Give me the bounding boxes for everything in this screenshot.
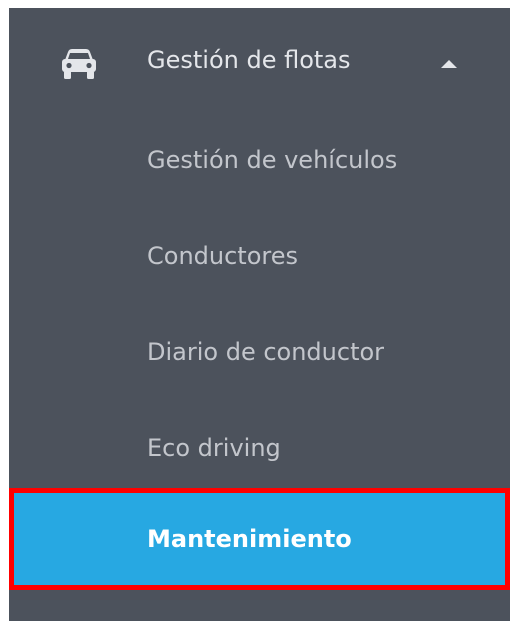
fleet-management-menu[interactable]: Gestión de flotas	[9, 8, 510, 112]
fleet-management-label: Gestión de flotas	[147, 46, 351, 74]
menu-item-driver-log[interactable]: Diario de conductor	[9, 304, 510, 400]
menu-item-maintenance[interactable]: Mantenimiento	[9, 488, 510, 590]
sidebar-menu: Gestión de flotas Gestión de vehículos C…	[9, 8, 510, 621]
menu-item-label: Gestión de vehículos	[147, 146, 398, 174]
menu-item-label: Diario de conductor	[147, 338, 385, 366]
menu-item-drivers[interactable]: Conductores	[9, 208, 510, 304]
menu-item-label: Conductores	[147, 242, 298, 270]
menu-item-label: Mantenimiento	[147, 525, 352, 553]
menu-item-label: Eco driving	[147, 434, 281, 462]
caret-up-icon[interactable]	[441, 58, 457, 68]
menu-item-vehicle-management[interactable]: Gestión de vehículos	[9, 112, 510, 208]
car-icon	[62, 49, 96, 79]
menu-item-eco-driving[interactable]: Eco driving	[9, 400, 510, 496]
